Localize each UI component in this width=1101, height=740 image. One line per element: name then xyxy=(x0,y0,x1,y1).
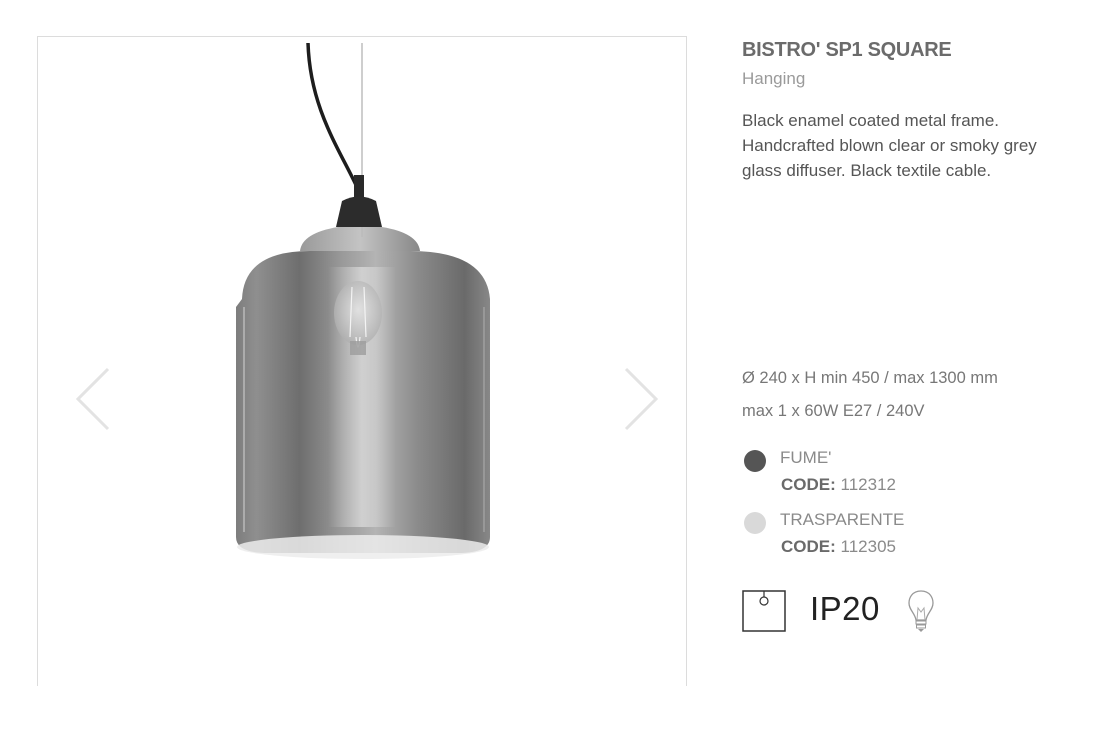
gallery-prev-button[interactable] xyxy=(74,367,114,431)
product-category: Hanging xyxy=(742,69,806,88)
spec-power: max 1 x 60W E27 / 240V xyxy=(742,402,925,420)
color-swatch xyxy=(744,450,766,472)
code-label: CODE: xyxy=(781,537,836,556)
code-value: 112312 xyxy=(840,475,896,494)
variant-name: TRASPARENTE xyxy=(780,510,905,529)
ceiling-mount-icon xyxy=(742,590,786,632)
chevron-left-icon xyxy=(75,367,110,431)
color-swatch xyxy=(744,512,766,534)
variant-code: CODE: 112305 xyxy=(781,537,896,557)
light-bulb-icon xyxy=(908,590,934,632)
product-image xyxy=(236,42,490,559)
product-title: BISTRO' SP1 SQUARE xyxy=(742,39,952,61)
product-specs: Ø 240 x H min 450 / max 1300 mm max 1 x … xyxy=(742,362,998,428)
product-page: BISTRO' SP1 SQUARE Hanging Black enamel … xyxy=(0,0,1101,740)
variant-code: CODE: 112312 xyxy=(781,475,896,495)
product-description: Black enamel coated metal frame. Handcra… xyxy=(742,111,1037,180)
spec-dimensions: Ø 240 x H min 450 / max 1300 mm xyxy=(742,369,998,387)
variant-option[interactable]: FUME' CODE: 112312 xyxy=(742,448,1042,504)
variant-name: FUME' xyxy=(780,448,832,467)
code-value: 112305 xyxy=(840,537,896,556)
code-label: CODE: xyxy=(781,475,836,494)
product-image-gallery[interactable] xyxy=(37,36,687,686)
ip-rating: IP20 xyxy=(810,590,880,627)
variant-option[interactable]: TRASPARENTE CODE: 112305 xyxy=(742,510,1042,566)
gallery-next-button[interactable] xyxy=(620,367,660,431)
chevron-right-icon xyxy=(624,367,659,431)
product-info: BISTRO' SP1 SQUARE Hanging Black enamel … xyxy=(742,36,1082,183)
